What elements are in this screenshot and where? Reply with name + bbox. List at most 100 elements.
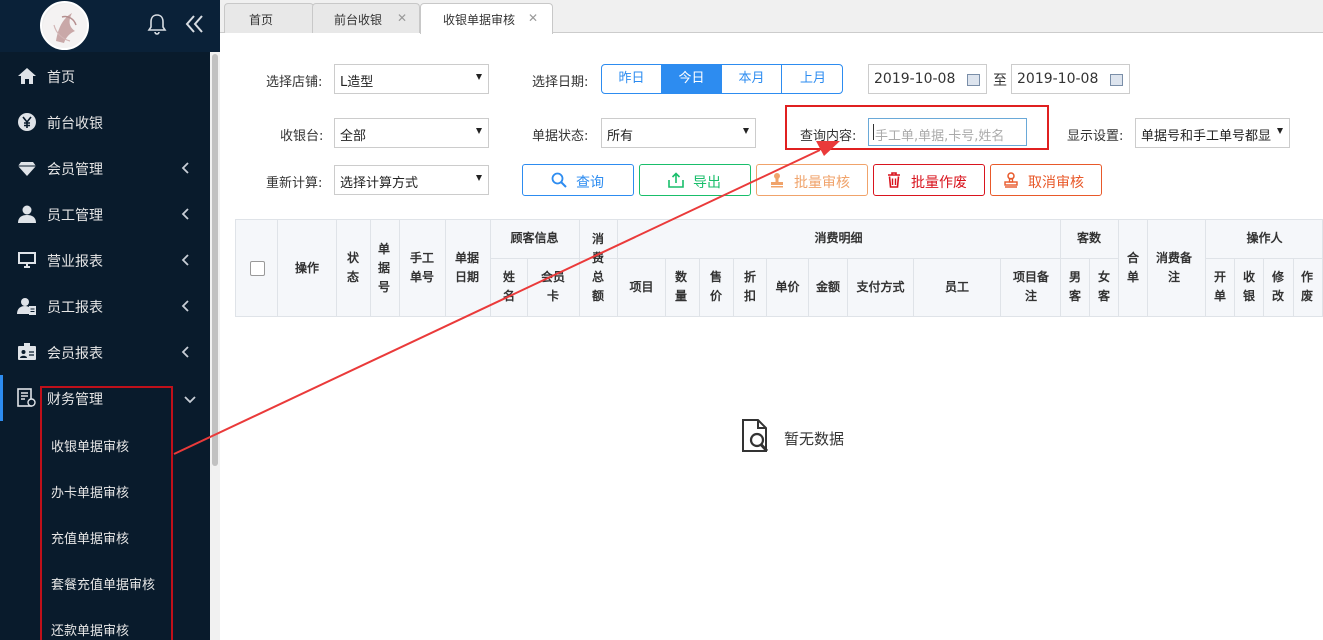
- stamp-icon: [769, 172, 785, 188]
- close-icon[interactable]: ✕: [528, 11, 538, 25]
- col-discount: 折扣: [743, 270, 756, 303]
- sidebar-item-member-report[interactable]: 会员报表: [0, 329, 210, 375]
- batch-audit-button[interactable]: 批量审核: [756, 164, 868, 196]
- col-guests: 客数: [1076, 231, 1101, 245]
- tab-front-cashier[interactable]: 前台收银 ✕: [312, 3, 420, 33]
- col-staff: 员工: [944, 280, 969, 294]
- divider: [1205, 258, 1323, 259]
- export-button-label: 导出: [693, 175, 721, 191]
- search-button-label: 查询: [576, 175, 604, 191]
- divider: [370, 220, 371, 316]
- sidebar-item-business-report[interactable]: 营业报表: [0, 237, 210, 283]
- date-option-this-month[interactable]: 本月: [722, 65, 782, 93]
- cancel-audit-button[interactable]: 取消审核: [990, 164, 1102, 196]
- batch-void-label: 批量作废: [911, 175, 967, 191]
- cashier-select[interactable]: 全部: [334, 118, 489, 148]
- sidebar-item-label: 首页: [47, 70, 75, 86]
- col-operator: 操作人: [1246, 231, 1283, 245]
- annotation-highlight-box: [40, 386, 173, 640]
- col-bill-no: 单据号: [377, 242, 390, 294]
- col-total: 消费总额: [591, 232, 604, 303]
- chevron-left-icon: [181, 299, 191, 313]
- sidebar-item-home[interactable]: 首页: [0, 53, 210, 99]
- col-bill-date: 单据日期: [454, 251, 479, 284]
- col-member-card: 会员卡: [540, 270, 565, 303]
- divider: [336, 220, 337, 316]
- close-icon[interactable]: ✕: [397, 11, 407, 25]
- divider: [399, 220, 400, 316]
- divider: [579, 220, 580, 316]
- col-pay-method: 支付方式: [856, 280, 905, 294]
- trash-icon: [886, 172, 902, 188]
- chevron-left-icon: [181, 161, 191, 175]
- annotation-highlight-box: [785, 105, 1049, 150]
- date-option-today[interactable]: 今日: [662, 65, 722, 93]
- bill-status-label: 单据状态:: [532, 129, 589, 144]
- tab-label: 前台收银: [334, 13, 383, 27]
- sidebar-item-label: 员工报表: [47, 300, 103, 316]
- sidebar-item-label: 前台收银: [47, 116, 103, 132]
- finance-icon: [17, 388, 37, 408]
- yen-icon: [17, 112, 37, 132]
- display-select[interactable]: 单据号和手工单号都显示: [1135, 118, 1290, 148]
- id-card-icon: [17, 342, 37, 362]
- divider: [699, 258, 700, 316]
- divider: [1118, 220, 1119, 316]
- dropdown-arrow-icon: [1277, 128, 1283, 134]
- col-name: 姓名: [502, 270, 515, 303]
- sidebar-item-staff-mgmt[interactable]: 员工管理: [0, 191, 210, 237]
- select-all-checkbox[interactable]: [250, 261, 265, 276]
- scrollbar-thumb[interactable]: [212, 54, 218, 466]
- stamp-icon: [1003, 172, 1019, 188]
- recalc-label: 重新计算:: [266, 176, 323, 191]
- empty-state: 暂无数据: [740, 418, 870, 454]
- sidebar-item-front-cashier[interactable]: 前台收银: [0, 99, 210, 145]
- date-option-last-month[interactable]: 上月: [782, 65, 842, 93]
- col-price: 售价: [709, 270, 722, 303]
- sidebar: 首页 前台收银 会员管理 员工管理 营业报表 员工报表 会员报表 财务管理 收银…: [0, 0, 220, 640]
- recalc-select[interactable]: 选择计算方式: [334, 165, 489, 195]
- date-to-value: 2019-10-08: [1017, 71, 1099, 87]
- col-merge: 合单: [1126, 251, 1139, 284]
- tab-home[interactable]: 首页: [224, 3, 314, 33]
- cancel-audit-label: 取消审核: [1028, 175, 1084, 191]
- bell-icon[interactable]: [147, 13, 167, 35]
- date-to-input[interactable]: 2019-10-08: [1011, 64, 1130, 94]
- export-icon: [668, 172, 684, 188]
- calendar-icon[interactable]: [967, 74, 980, 86]
- sidebar-item-member-mgmt[interactable]: 会员管理: [0, 145, 210, 191]
- dropdown-arrow-icon: [476, 128, 482, 134]
- search-button[interactable]: 查询: [522, 164, 634, 196]
- home-icon: [17, 66, 37, 86]
- store-select[interactable]: L造型: [334, 64, 489, 94]
- store-select-value: L造型: [340, 75, 374, 90]
- tab-cashier-audit[interactable]: 收银单据审核 ✕: [420, 3, 553, 34]
- divider: [527, 258, 528, 316]
- date-from-value: 2019-10-08: [874, 71, 956, 87]
- recalc-select-value: 选择计算方式: [340, 176, 419, 191]
- col-unit-price: 单价: [775, 280, 800, 294]
- date-option-yesterday[interactable]: 昨日: [602, 65, 662, 93]
- sidebar-item-label: 会员报表: [47, 346, 103, 362]
- divider: [665, 258, 666, 316]
- sidebar-item-staff-report[interactable]: 员工报表: [0, 283, 210, 329]
- divider: [617, 258, 1061, 259]
- col-status: 状态: [346, 251, 359, 284]
- sidebar-scrollbar[interactable]: [210, 52, 220, 640]
- batch-void-button[interactable]: 批量作废: [873, 164, 985, 196]
- col-modify: 修改: [1271, 270, 1284, 303]
- export-button[interactable]: 导出: [639, 164, 751, 196]
- date-from-input[interactable]: 2019-10-08: [868, 64, 987, 94]
- tab-bar: 首页 前台收银 ✕ 收银单据审核 ✕: [220, 0, 1323, 34]
- divider: [1263, 258, 1264, 316]
- collapse-sidebar-icon[interactable]: [184, 12, 206, 36]
- diamond-icon: [17, 158, 37, 178]
- bill-status-select[interactable]: 所有: [601, 118, 756, 148]
- calendar-icon[interactable]: [1110, 74, 1123, 86]
- col-void: 作废: [1300, 270, 1313, 303]
- col-customer-info: 顾客信息: [510, 231, 559, 245]
- dropdown-arrow-icon: [476, 74, 482, 80]
- chevron-left-icon: [181, 207, 191, 221]
- chevron-left-icon: [181, 253, 191, 267]
- document-search-icon: [740, 418, 774, 458]
